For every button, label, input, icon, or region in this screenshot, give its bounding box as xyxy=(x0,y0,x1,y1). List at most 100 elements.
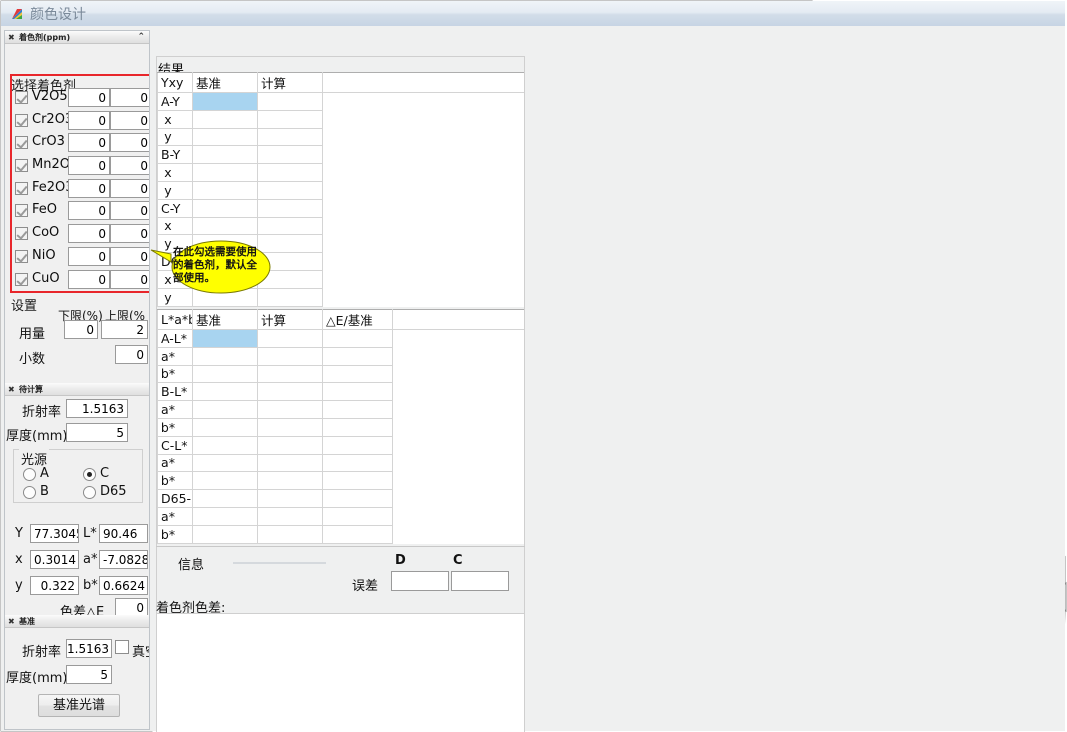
x-value[interactable]: 0.3014 xyxy=(30,550,79,569)
pending-refractive-input[interactable]: 1.5163 xyxy=(66,399,128,418)
calc-cell[interactable] xyxy=(257,198,323,218)
benchmark-cell[interactable] xyxy=(192,382,258,402)
pending-calc-panel-header[interactable]: ✖ 待计算 xyxy=(5,383,149,396)
amount-upper-input[interactable]: 2 xyxy=(101,320,148,339)
calc-cell[interactable] xyxy=(257,127,323,147)
benchmark-cell[interactable] xyxy=(192,453,258,473)
radio-light-a[interactable] xyxy=(23,468,36,481)
delta-cell[interactable] xyxy=(322,453,393,473)
calc-cell[interactable] xyxy=(257,524,323,544)
colorant-value2-input[interactable]: 0 xyxy=(110,110,149,130)
vacuum-checkbox[interactable] xyxy=(115,640,129,654)
table-row[interactable]: b* xyxy=(157,364,525,384)
column-header[interactable]: 基准 xyxy=(192,72,258,93)
delta-cell[interactable] xyxy=(322,400,393,419)
colorant-value1-input[interactable]: 0 xyxy=(68,156,110,176)
table-row[interactable]: a* xyxy=(157,400,525,419)
error-d-input[interactable] xyxy=(391,571,449,591)
benchmark-cell[interactable] xyxy=(192,145,258,165)
calc-cell[interactable] xyxy=(257,382,323,402)
calc-cell[interactable] xyxy=(257,329,323,348)
delta-cell[interactable] xyxy=(322,524,393,544)
colorant-value1-input[interactable]: 0 xyxy=(68,246,110,266)
lab-table[interactable]: L*a*b*基准计算△E/基准A-L*a*b*B-L*a*b*C-L*a*b*D… xyxy=(157,309,524,544)
calc-cell[interactable] xyxy=(257,435,323,455)
benchmark-cell[interactable] xyxy=(192,471,258,491)
delta-cell[interactable] xyxy=(322,489,393,508)
reference-panel-header[interactable]: ✖ 基准 xyxy=(5,615,149,628)
benchmark-cell[interactable] xyxy=(192,346,258,366)
colorant-value2-input[interactable]: 0 xyxy=(110,156,149,176)
table-row[interactable]: x xyxy=(157,163,525,182)
colorant-value1-input[interactable]: 0 xyxy=(68,269,110,289)
table-row[interactable]: a* xyxy=(157,346,525,366)
colorant-value1-input[interactable]: 0 xyxy=(68,88,110,107)
delta-cell[interactable] xyxy=(322,506,393,526)
benchmark-cell[interactable] xyxy=(192,489,258,508)
colorant-checkbox-nio[interactable] xyxy=(15,249,28,263)
benchmark-cell[interactable] xyxy=(192,180,258,200)
colorant-checkbox-fe2o3[interactable] xyxy=(15,181,28,195)
benchmark-cell[interactable] xyxy=(192,329,258,348)
column-header[interactable]: 基准 xyxy=(192,309,258,330)
pin-icon-reference[interactable]: ✖ xyxy=(8,616,15,628)
table-row[interactable]: A-Y xyxy=(157,92,525,111)
colorant-checkbox-cuo[interactable] xyxy=(15,272,28,286)
calc-cell[interactable] xyxy=(257,346,323,366)
colorant-value1-input[interactable]: 0 xyxy=(68,133,110,153)
column-header[interactable]: Yxy xyxy=(157,72,193,93)
table-row[interactable]: b* xyxy=(157,524,525,544)
pending-thickness-input[interactable]: 5 xyxy=(66,423,128,442)
colorant-value2-input[interactable]: 0 xyxy=(110,178,149,198)
table-row[interactable]: A-L* xyxy=(157,329,525,348)
colorant-value1-input[interactable]: 0 xyxy=(68,110,110,130)
colorant-value2-input[interactable]: 0 xyxy=(110,269,149,289)
column-header[interactable]: L*a*b* xyxy=(157,309,193,330)
colorant-checkbox-mn2o3[interactable] xyxy=(15,159,28,173)
calc-cell[interactable] xyxy=(257,400,323,419)
calc-cell[interactable] xyxy=(257,364,323,384)
calc-cell[interactable] xyxy=(257,471,323,491)
b-value[interactable]: 0.6624 xyxy=(99,576,148,595)
calc-cell[interactable] xyxy=(257,180,323,200)
table-row[interactable]: a* xyxy=(157,453,525,473)
colorant-checkbox-cro3[interactable] xyxy=(15,136,28,150)
table-row[interactable]: C-Y xyxy=(157,198,525,218)
decimal-input[interactable]: 0 xyxy=(115,345,148,364)
column-header[interactable]: △E/基准 xyxy=(322,309,393,330)
calc-cell[interactable] xyxy=(257,163,323,182)
L-value[interactable]: 90.46 xyxy=(99,524,148,543)
benchmark-cell[interactable] xyxy=(192,127,258,147)
delta-cell[interactable] xyxy=(322,382,393,402)
table-row[interactable]: B-Y xyxy=(157,145,525,165)
benchmark-cell[interactable] xyxy=(192,198,258,218)
Y-value[interactable]: 77.3045 xyxy=(30,524,79,543)
delta-cell[interactable] xyxy=(322,471,393,491)
colorant-value1-input[interactable]: 0 xyxy=(68,224,110,244)
table-row[interactable]: D65-L* xyxy=(157,489,525,508)
delta-cell[interactable] xyxy=(322,346,393,366)
column-header[interactable]: 计算 xyxy=(257,309,323,330)
calc-cell[interactable] xyxy=(257,506,323,526)
colorant-panel-header[interactable]: ✖ 着色剂(ppm) ⌃ xyxy=(5,31,149,44)
colorant-value2-input[interactable]: 0 xyxy=(110,88,149,107)
benchmark-cell[interactable] xyxy=(192,506,258,526)
table-row[interactable]: x xyxy=(157,109,525,129)
reference-thickness-input[interactable]: 5 xyxy=(66,665,112,684)
delta-cell[interactable] xyxy=(322,435,393,455)
colorant-value1-input[interactable]: 0 xyxy=(68,201,110,221)
benchmark-cell[interactable] xyxy=(192,524,258,544)
radio-light-b[interactable] xyxy=(23,486,36,499)
calc-cell[interactable] xyxy=(257,453,323,473)
colorant-value2-input[interactable]: 0 xyxy=(110,201,149,221)
table-row[interactable]: b* xyxy=(157,471,525,491)
table-row[interactable]: y xyxy=(157,127,525,147)
radio-light-d65[interactable] xyxy=(83,486,96,499)
calc-cell[interactable] xyxy=(257,489,323,508)
y-value[interactable]: 0.322 xyxy=(30,576,79,595)
calc-cell[interactable] xyxy=(257,92,323,111)
column-header[interactable]: 计算 xyxy=(257,72,323,93)
colorant-checkbox-cr2o3[interactable] xyxy=(15,113,28,127)
colorant-value2-input[interactable]: 0 xyxy=(110,133,149,153)
table-row[interactable]: a* xyxy=(157,506,525,526)
